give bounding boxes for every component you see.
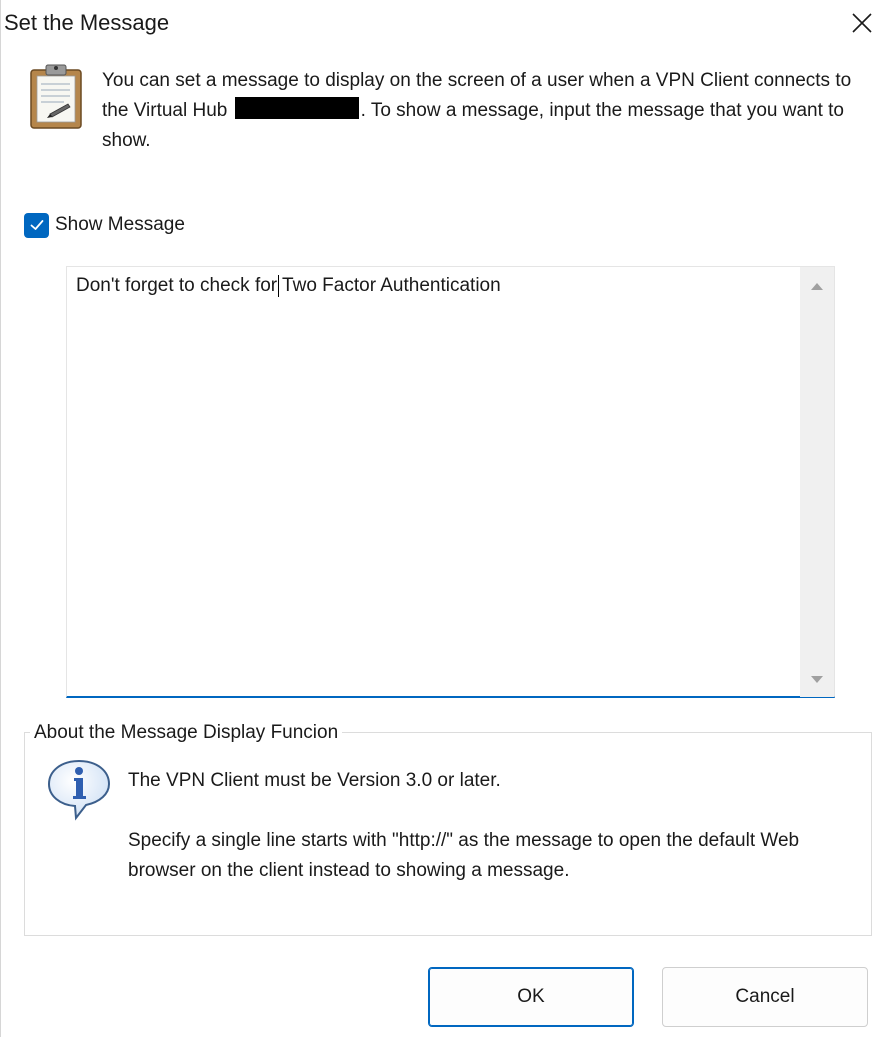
cancel-button[interactable]: Cancel bbox=[662, 967, 868, 1027]
message-text: Don't forget to check for Two Factor Aut… bbox=[76, 275, 501, 296]
text-caret bbox=[278, 275, 279, 297]
intro-text: You can set a message to display on the … bbox=[102, 66, 872, 156]
close-button[interactable] bbox=[845, 6, 879, 40]
about-groupbox-title: About the Message Display Funcion bbox=[30, 718, 343, 748]
scroll-down-arrow-icon[interactable] bbox=[810, 675, 824, 685]
info-icon bbox=[47, 759, 111, 821]
dialog-title: Set the Message bbox=[4, 10, 170, 35]
about-line-1: The VPN Client must be Version 3.0 or la… bbox=[128, 770, 501, 791]
window-border bbox=[0, 0, 1, 1037]
about-line-2: Specify a single line starts with "http:… bbox=[128, 830, 800, 881]
redacted-hub-name bbox=[234, 97, 359, 119]
set-message-dialog: Set the Message You can set a message to… bbox=[0, 0, 889, 1037]
message-textarea[interactable]: Don't forget to check for Two Factor Aut… bbox=[66, 266, 835, 698]
show-message-checkbox-row[interactable]: Show Message bbox=[24, 210, 185, 240]
checkmark-icon bbox=[30, 220, 43, 230]
show-message-label[interactable]: Show Message bbox=[55, 210, 185, 240]
ok-button[interactable]: OK bbox=[428, 967, 634, 1027]
vertical-scrollbar[interactable] bbox=[800, 267, 834, 697]
clipboard-icon bbox=[30, 64, 82, 129]
about-text: The VPN Client must be Version 3.0 or la… bbox=[128, 766, 848, 886]
show-message-checkbox[interactable] bbox=[24, 212, 49, 238]
scroll-up-arrow-icon[interactable] bbox=[810, 281, 824, 291]
close-icon bbox=[852, 13, 872, 33]
